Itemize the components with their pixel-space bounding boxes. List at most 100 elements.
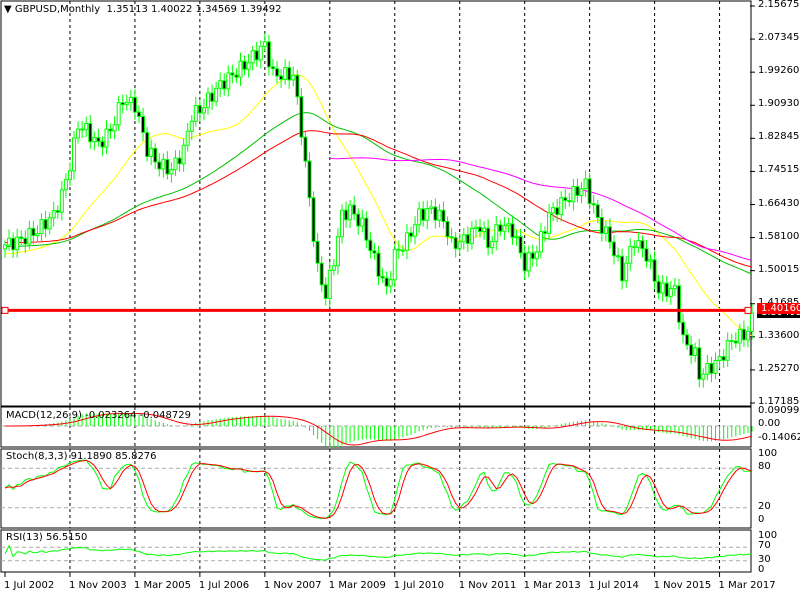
candle-bear bbox=[478, 226, 483, 233]
candle-bull bbox=[551, 207, 556, 214]
candle-bull bbox=[51, 210, 56, 219]
candle-bear bbox=[644, 248, 649, 262]
candle-bull bbox=[473, 226, 478, 230]
candle-bull bbox=[547, 212, 552, 234]
candle-bull bbox=[705, 362, 710, 375]
candle-bear bbox=[510, 223, 515, 238]
candle-bear bbox=[453, 237, 458, 250]
price-label: 1.99260 bbox=[758, 65, 800, 77]
candle-bear bbox=[55, 210, 60, 213]
candle-bear bbox=[575, 186, 580, 197]
candle-bear bbox=[449, 236, 454, 239]
candle-bull bbox=[189, 120, 194, 132]
candle-bull bbox=[725, 340, 730, 361]
candle-bear bbox=[96, 137, 101, 142]
candle-bull bbox=[47, 217, 52, 230]
ohlc-values: 1.35113 1.40022 1.34569 1.39492 bbox=[106, 4, 282, 15]
candle-bull bbox=[104, 128, 109, 148]
candle-bear bbox=[11, 237, 16, 251]
candle-bull bbox=[482, 227, 487, 233]
candle-bull bbox=[750, 312, 755, 332]
chart-header: ▼ GBPUSD,Monthly 1.35113 1.40022 1.34569… bbox=[4, 4, 281, 15]
collapse-triangle-icon[interactable]: ▼ bbox=[4, 4, 12, 15]
candle-bear bbox=[465, 234, 470, 245]
candle-bear bbox=[352, 204, 357, 215]
candle-bear bbox=[620, 255, 625, 282]
candle-bull bbox=[283, 67, 288, 80]
candle-bull bbox=[3, 244, 7, 250]
candle-bear bbox=[303, 136, 308, 162]
time-label: 1 Jul 2006 bbox=[198, 580, 250, 591]
candle-bear bbox=[709, 362, 714, 374]
candle-bull bbox=[339, 209, 344, 238]
candle-bear bbox=[344, 209, 349, 221]
candle-bear bbox=[132, 96, 137, 113]
candle-bull bbox=[246, 62, 251, 70]
candle-bear bbox=[421, 208, 426, 221]
macd-axis-label: 0.090995 bbox=[758, 405, 800, 416]
candle-bear bbox=[612, 241, 616, 257]
candle-bear bbox=[542, 231, 547, 234]
candle-bull bbox=[425, 208, 430, 221]
candle-bear bbox=[299, 96, 304, 138]
stoch-main-line bbox=[4, 459, 753, 520]
candle-bull bbox=[72, 137, 77, 172]
candle-bull bbox=[181, 144, 186, 165]
candle-bear bbox=[595, 204, 600, 218]
candle-bull bbox=[559, 197, 564, 216]
candle-bull bbox=[218, 80, 223, 89]
candle-bull bbox=[713, 360, 718, 374]
price-label: 1.82845 bbox=[758, 131, 800, 143]
candle-bear bbox=[210, 92, 215, 102]
candle-bear bbox=[19, 236, 24, 239]
candle-bull bbox=[506, 223, 511, 227]
symbol-timeframe: GBPUSD,Monthly bbox=[14, 4, 101, 15]
candle-bear bbox=[616, 255, 621, 258]
candle-bear bbox=[555, 207, 560, 216]
candle-bear bbox=[120, 102, 125, 106]
candle-bear bbox=[376, 252, 381, 277]
candle-bull bbox=[514, 236, 519, 239]
candle-bull bbox=[331, 265, 336, 271]
candle-bear bbox=[522, 252, 527, 272]
price-label: 1.58100 bbox=[758, 230, 800, 242]
candle-bear bbox=[141, 115, 146, 133]
candle-bear bbox=[254, 50, 259, 61]
candle-bear bbox=[315, 240, 320, 264]
stoch-axis-label: 100 bbox=[758, 448, 778, 459]
candle-bull bbox=[84, 123, 89, 131]
candle-bull bbox=[348, 204, 353, 221]
candle-bear bbox=[721, 356, 726, 361]
candle-bear bbox=[632, 246, 637, 249]
candle-bear bbox=[197, 105, 202, 114]
rsi-axis-label: 0 bbox=[758, 564, 765, 575]
candle-bull bbox=[258, 45, 263, 61]
candle-bear bbox=[270, 66, 275, 70]
candle-bull bbox=[116, 102, 121, 126]
candle-bull bbox=[494, 224, 499, 243]
time-label: 1 Nov 2011 bbox=[458, 580, 517, 591]
rsi-axis-label: 70 bbox=[758, 540, 771, 552]
candle-bear bbox=[486, 227, 491, 249]
candle-bull bbox=[206, 92, 210, 109]
price-label: 2.07345 bbox=[758, 32, 800, 44]
time-label: 1 Jul 2010 bbox=[393, 580, 444, 591]
candle-bull bbox=[457, 241, 462, 250]
candle-bull bbox=[461, 234, 466, 243]
stoch-axis-label: 0 bbox=[758, 514, 765, 525]
candle-bull bbox=[149, 147, 154, 158]
candle-bear bbox=[364, 217, 369, 241]
candle-bull bbox=[7, 237, 12, 246]
candle-bull bbox=[648, 259, 653, 262]
time-label: 1 Nov 2015 bbox=[653, 580, 712, 591]
candle-bear bbox=[498, 224, 503, 232]
candle-bear bbox=[136, 111, 141, 117]
stoch-axis-label: 20 bbox=[758, 500, 771, 512]
stoch-signal-line bbox=[4, 459, 753, 519]
candle-bull bbox=[76, 128, 81, 139]
candle-bear bbox=[591, 203, 596, 206]
candle-bull bbox=[124, 101, 129, 106]
rsi-label: RSI(13) 56.5150 bbox=[6, 532, 88, 543]
candle-bear bbox=[729, 340, 734, 343]
candle-bull bbox=[27, 227, 32, 245]
